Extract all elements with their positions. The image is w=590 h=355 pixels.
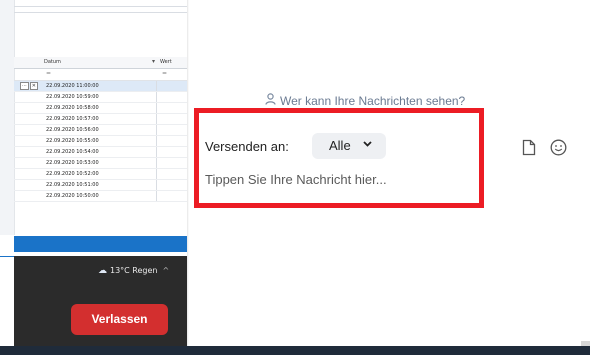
table-row[interactable]: 22.09.2020 10:57:00	[14, 114, 187, 125]
bottom-bar	[0, 346, 590, 355]
cell-separator	[156, 136, 157, 146]
more-icon[interactable]: ···	[20, 82, 29, 90]
cell-datum: 22.09.2020 10:55:00	[46, 138, 99, 144]
chevron-up-icon[interactable]: ^	[163, 266, 170, 275]
gridline	[14, 12, 187, 13]
table-row[interactable]: 22.09.2020 10:50:00	[14, 191, 187, 202]
cell-separator	[156, 180, 157, 190]
leave-button[interactable]: Verlassen	[71, 304, 168, 335]
cell-separator	[156, 114, 157, 124]
person-icon	[265, 93, 276, 108]
table-row[interactable]: 22.09.2020 10:51:00	[14, 180, 187, 191]
table-row[interactable]: 22.09.2020 10:59:00	[14, 92, 187, 103]
cell-separator	[156, 81, 157, 91]
gridline	[14, 6, 187, 7]
meeting-toolbar: ☁ 13°C Regen ^ Verlassen	[14, 256, 187, 346]
cell-datum: 22.09.2020 10:50:00	[46, 193, 99, 199]
cell-datum: 22.09.2020 10:56:00	[46, 127, 99, 133]
close-icon[interactable]: ✕	[29, 82, 38, 90]
table-row[interactable]: 22.09.2020 10:58:00	[14, 103, 187, 114]
cell-datum: 22.09.2020 11:00:00	[46, 83, 99, 89]
cell-separator	[156, 158, 157, 168]
data-table: Datum ▾ Wert = = ··· ✕ 22.09.2020 11:00:00…	[14, 57, 187, 202]
row-actions[interactable]: ··· ✕	[20, 82, 39, 90]
file-icon[interactable]	[522, 139, 536, 160]
table-header: Datum ▾ Wert	[14, 57, 187, 69]
filter-wert[interactable]: =	[162, 70, 167, 77]
left-sidebar-strip	[0, 0, 15, 235]
visibility-text: Wer kann Ihre Nachrichten sehen?	[280, 94, 466, 108]
cell-datum: 22.09.2020 10:52:00	[46, 171, 99, 177]
table-row[interactable]: 22.09.2020 10:53:00	[14, 158, 187, 169]
weather-text: 13°C Regen	[110, 266, 158, 275]
status-bar	[14, 236, 187, 252]
cell-datum: 22.09.2020 10:51:00	[46, 182, 99, 188]
filter-row: = =	[14, 69, 187, 81]
divider	[0, 256, 14, 257]
emoji-icon[interactable]	[550, 139, 567, 160]
cell-datum: 22.09.2020 10:53:00	[46, 160, 99, 166]
table-row[interactable]: 22.09.2020 10:56:00	[14, 125, 187, 136]
cell-separator	[156, 191, 157, 201]
table-row[interactable]: 22.09.2020 10:52:00	[14, 169, 187, 180]
filter-datum[interactable]: =	[46, 70, 51, 77]
table-row[interactable]: 22.09.2020 10:54:00	[14, 147, 187, 158]
cell-separator	[156, 147, 157, 157]
column-dropdown-icon[interactable]: ▾	[152, 58, 155, 65]
cell-datum: 22.09.2020 10:54:00	[46, 149, 99, 155]
spreadsheet-window: Datum ▾ Wert = = ··· ✕ 22.09.2020 11:00:00…	[0, 0, 187, 235]
message-input[interactable]	[205, 172, 475, 187]
chat-panel-edge	[187, 0, 189, 346]
cell-separator	[156, 125, 157, 135]
chevron-down-icon	[363, 137, 372, 154]
cell-datum: 22.09.2020 10:57:00	[46, 116, 99, 122]
cell-datum: 22.09.2020 10:59:00	[46, 94, 99, 100]
weather-widget[interactable]: ☁ 13°C Regen ^	[98, 266, 169, 276]
cell-separator	[156, 103, 157, 113]
visibility-info[interactable]: Wer kann Ihre Nachrichten sehen?	[265, 93, 465, 108]
send-to-label: Versenden an:	[205, 139, 289, 154]
recipient-value: Alle	[329, 138, 351, 153]
cloud-rain-icon: ☁	[98, 266, 107, 276]
cell-separator	[156, 169, 157, 179]
column-header-wert[interactable]: Wert	[160, 59, 172, 65]
recipient-select[interactable]: Alle	[312, 133, 386, 159]
column-header-datum[interactable]: Datum	[44, 59, 61, 65]
cell-datum: 22.09.2020 10:58:00	[46, 105, 99, 111]
table-row[interactable]: ··· ✕ 22.09.2020 11:00:00	[14, 81, 187, 92]
cell-separator	[156, 92, 157, 102]
table-row[interactable]: 22.09.2020 10:55:00	[14, 136, 187, 147]
